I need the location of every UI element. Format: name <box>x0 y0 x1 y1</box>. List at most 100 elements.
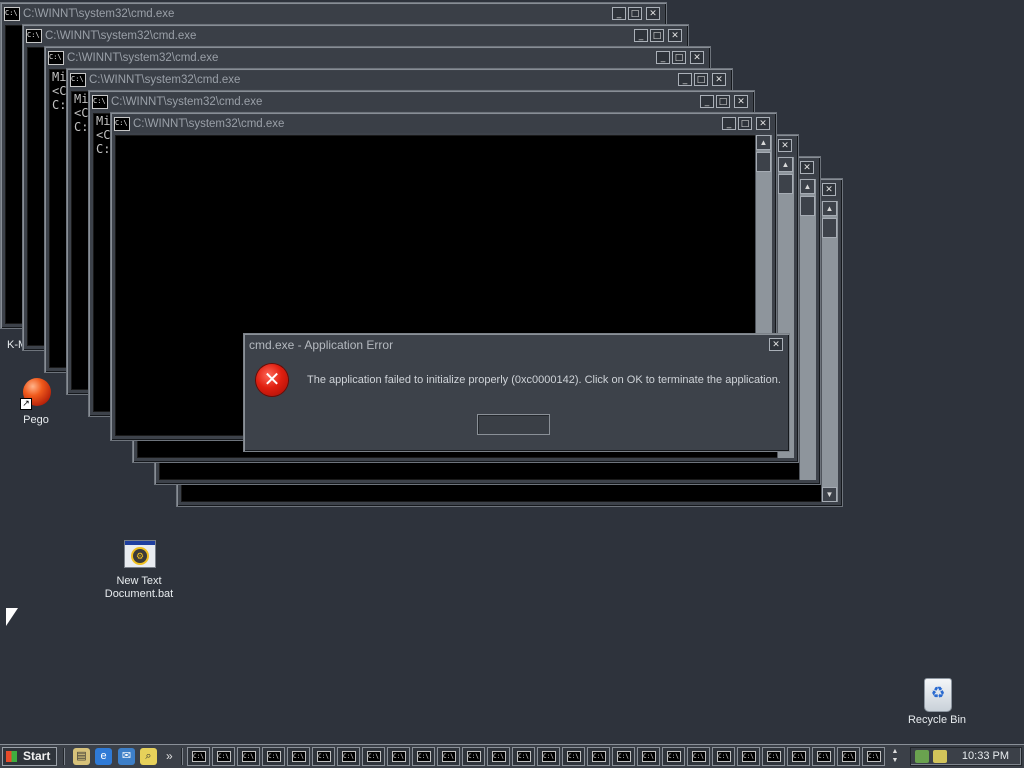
tray-app-icon[interactable] <box>933 750 947 763</box>
close-button[interactable]: ✕ <box>712 73 726 86</box>
cmd-window-icon: C:\ <box>4 7 20 21</box>
taskbar-cmd-button[interactable]: C:\ <box>812 747 835 766</box>
maximize-button[interactable]: □ <box>628 7 642 20</box>
scroll-up-arrow-icon[interactable]: ▲ <box>800 179 815 194</box>
taskbar-cmd-button[interactable]: C:\ <box>412 747 435 766</box>
taskbar-cmd-button[interactable]: C:\ <box>387 747 410 766</box>
quicklaunch-chevron-icon[interactable]: » <box>166 748 173 765</box>
search-icon[interactable]: ⌕ <box>140 748 157 765</box>
taskbar-separator <box>63 748 65 765</box>
taskbar-cmd-button[interactable]: C:\ <box>487 747 510 766</box>
taskbar-cmd-button[interactable]: C:\ <box>512 747 535 766</box>
scroll-thumb[interactable] <box>822 218 837 238</box>
windows-logo-icon <box>6 751 17 762</box>
close-button[interactable]: ✕ <box>800 161 814 174</box>
recycle-bin-label[interactable]: Recycle Bin <box>902 714 972 727</box>
close-button[interactable]: ✕ <box>690 51 704 64</box>
outlook-express-icon[interactable]: ✉ <box>118 748 135 765</box>
taskbar-cmd-button[interactable]: C:\ <box>662 747 685 766</box>
taskbar-scroll-arrows[interactable]: ▲ ▼ <box>888 747 902 766</box>
minimize-button[interactable]: _ <box>678 73 692 86</box>
cmd-window-icon: C:\ <box>717 751 731 762</box>
network-tray-icon[interactable] <box>915 750 929 763</box>
dialog-title: cmd.exe - Application Error <box>249 338 394 352</box>
window-title: C:\WINNT\system32\cmd.exe <box>133 118 285 130</box>
dialog-title-bar[interactable]: cmd.exe - Application Error ✕ <box>246 336 787 354</box>
minimize-button[interactable]: _ <box>612 7 626 20</box>
close-button[interactable]: ✕ <box>822 183 836 196</box>
scroll-up-arrow-icon[interactable]: ▲ <box>778 157 793 172</box>
pego-label[interactable]: Pego <box>16 414 56 427</box>
close-button[interactable]: ✕ <box>646 7 660 20</box>
taskbar-cmd-button[interactable]: C:\ <box>462 747 485 766</box>
recycle-bin-icon[interactable]: ♻ <box>924 678 952 712</box>
cmd-window-icon: C:\ <box>842 751 856 762</box>
vertical-scrollbar[interactable]: ▲ <box>799 179 816 480</box>
cmd-window-icon: C:\ <box>817 751 831 762</box>
title-bar[interactable]: C:\ C:\WINNT\system32\cmd.exe _ □ ✕ <box>69 71 730 89</box>
taskbar-cmd-button[interactable]: C:\ <box>612 747 635 766</box>
taskbar-cmd-button[interactable]: C:\ <box>762 747 785 766</box>
scroll-thumb[interactable] <box>800 196 815 216</box>
title-bar[interactable]: C:\ C:\WINNT\system32\cmd.exe _ □ ✕ <box>3 5 664 23</box>
title-bar[interactable]: C:\ C:\WINNT\system32\cmd.exe _ □ ✕ <box>113 115 774 133</box>
taskbar-cmd-button[interactable]: C:\ <box>537 747 560 766</box>
taskbar-cmd-button[interactable]: C:\ <box>287 747 310 766</box>
taskbar-cmd-button[interactable]: C:\ <box>187 747 210 766</box>
dialog-close-button[interactable]: ✕ <box>769 338 783 351</box>
maximize-button[interactable]: □ <box>672 51 686 64</box>
taskbar-cmd-button[interactable]: C:\ <box>587 747 610 766</box>
close-button[interactable]: ✕ <box>668 29 682 42</box>
show-desktop-icon[interactable]: ▤ <box>73 748 90 765</box>
taskbar-cmd-button[interactable]: C:\ <box>787 747 810 766</box>
minimize-button[interactable]: _ <box>722 117 736 130</box>
clock[interactable]: 10:33 PM <box>962 748 1009 765</box>
taskbar-cmd-button[interactable]: C:\ <box>737 747 760 766</box>
title-bar[interactable]: C:\ C:\WINNT\system32\cmd.exe _ □ ✕ <box>47 49 708 67</box>
taskbar-cmd-button[interactable]: C:\ <box>837 747 860 766</box>
start-button[interactable]: Start <box>2 747 57 766</box>
taskbar-scroll-down-icon[interactable]: ▼ <box>888 756 902 765</box>
cmd-window-icon: C:\ <box>567 751 581 762</box>
cmd-window-icon: C:\ <box>667 751 681 762</box>
scroll-up-arrow-icon[interactable]: ▲ <box>822 201 837 216</box>
batch-file-label[interactable]: New Text Document.bat <box>98 575 180 601</box>
taskbar-cmd-button[interactable]: C:\ <box>712 747 735 766</box>
taskbar-cmd-button[interactable]: C:\ <box>687 747 710 766</box>
internet-explorer-icon[interactable]: e <box>95 748 112 765</box>
scroll-down-arrow-icon[interactable]: ▼ <box>822 487 837 502</box>
minimize-button[interactable]: _ <box>700 95 714 108</box>
vertical-scrollbar[interactable]: ▲ ▼ <box>821 201 838 502</box>
close-button[interactable]: ✕ <box>778 139 792 152</box>
taskbar-cmd-button[interactable]: C:\ <box>437 747 460 766</box>
taskbar-cmd-button[interactable]: C:\ <box>212 747 235 766</box>
taskbar-cmd-button[interactable]: C:\ <box>862 747 885 766</box>
minimize-button[interactable]: _ <box>656 51 670 64</box>
ok-button[interactable] <box>477 414 550 435</box>
taskbar-scroll-up-icon[interactable]: ▲ <box>888 747 902 756</box>
close-button[interactable]: ✕ <box>756 117 770 130</box>
title-bar[interactable]: C:\ C:\WINNT\system32\cmd.exe _ □ ✕ <box>91 93 752 111</box>
taskbar-cmd-button[interactable]: C:\ <box>237 747 260 766</box>
cmd-window-icon: C:\ <box>542 751 556 762</box>
taskbar-cmd-button[interactable]: C:\ <box>262 747 285 766</box>
maximize-button[interactable]: □ <box>716 95 730 108</box>
taskbar: Start ▤ e ✉ ⌕ » C:\ C:\ C:\ C:\ C:\ C:\ C:\ C:\… <box>0 744 1024 768</box>
taskbar-cmd-button[interactable]: C:\ <box>637 747 660 766</box>
taskbar-cmd-button[interactable]: C:\ <box>337 747 360 766</box>
batch-file-icon[interactable]: ⚙ <box>124 540 156 568</box>
minimize-button[interactable]: _ <box>634 29 648 42</box>
title-bar[interactable]: C:\ C:\WINNT\system32\cmd.exe _ □ ✕ <box>25 27 686 45</box>
taskbar-cmd-button[interactable]: C:\ <box>312 747 335 766</box>
maximize-button[interactable]: □ <box>650 29 664 42</box>
cmd-window-icon: C:\ <box>592 751 606 762</box>
cmd-window-icon: C:\ <box>92 95 108 109</box>
close-button[interactable]: ✕ <box>734 95 748 108</box>
scroll-thumb[interactable] <box>756 152 771 172</box>
taskbar-cmd-button[interactable]: C:\ <box>562 747 585 766</box>
maximize-button[interactable]: □ <box>694 73 708 86</box>
taskbar-cmd-button[interactable]: C:\ <box>362 747 385 766</box>
scroll-thumb[interactable] <box>778 174 793 194</box>
maximize-button[interactable]: □ <box>738 117 752 130</box>
scroll-up-arrow-icon[interactable]: ▲ <box>756 135 771 150</box>
